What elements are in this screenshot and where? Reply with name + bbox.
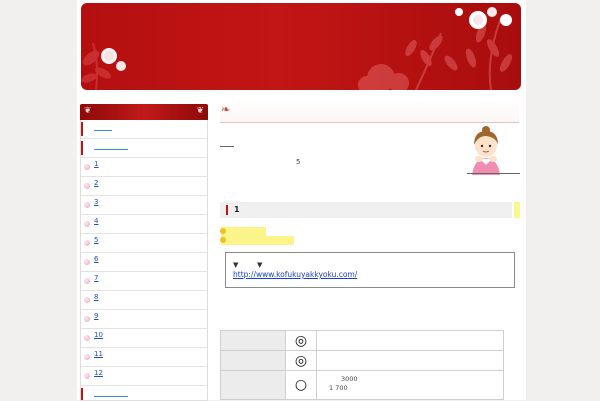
pink-bullet-icon (84, 183, 90, 189)
sidebar-item[interactable]: 11 (81, 348, 207, 367)
table-row: ○ 3000 1 700 (220, 370, 504, 400)
intro-number: 5 (296, 158, 301, 166)
rating-mark: ○ (285, 370, 317, 400)
flourish-right-icon: ❦ (196, 106, 204, 116)
link-box: ▼ ▼ http://www.kofukuyakkyoku.com/ (225, 252, 515, 288)
section-heading: 1 (220, 202, 512, 218)
sidebar-item[interactable] (81, 120, 207, 139)
illustration-underline (467, 173, 520, 174)
pink-bullet-icon (84, 335, 90, 341)
sidebar-item[interactable]: 3 (81, 196, 207, 215)
sidebar-link[interactable]: 7 (94, 274, 114, 282)
row-value (316, 330, 504, 351)
header-banner (81, 3, 521, 90)
woman-illustration-icon (472, 126, 500, 175)
row-value (316, 350, 504, 371)
leaf-ornament-icon: ❧ (221, 103, 231, 116)
sidebar-item[interactable]: 5 (81, 234, 207, 253)
pink-bullet-icon (84, 202, 90, 208)
rating-mark: ◎ (285, 350, 317, 371)
arrow-down-icon: ▼ (257, 261, 263, 269)
pink-bullet-icon (84, 278, 90, 284)
accent-bar (81, 141, 83, 155)
sidebar-item[interactable]: 6 (81, 253, 207, 272)
sidebar-link[interactable]: 5 (94, 236, 112, 244)
highlighted-text (220, 227, 266, 236)
sidebar-item[interactable]: 7 (81, 272, 207, 291)
price-text: 1 700 (329, 384, 348, 392)
sidebar-link[interactable]: 3 (94, 198, 112, 206)
sidebar-menu: 1 2 3 4 5 6 7 8 9 10 11 12 (80, 120, 208, 401)
sidebar-link[interactable] (94, 141, 128, 150)
table-row: ◎ (220, 350, 504, 371)
sidebar-link[interactable]: 6 (94, 255, 116, 263)
pink-bullet-icon (84, 297, 90, 303)
sidebar-item[interactable] (81, 386, 207, 400)
sidebar-link[interactable]: 1 (94, 160, 120, 168)
arrow-down-icon: ▼ (233, 261, 239, 269)
sidebar-item[interactable]: 9 (81, 310, 207, 329)
floral-decoration (81, 7, 513, 90)
sidebar-item[interactable]: 10 (81, 329, 207, 348)
row-label (220, 330, 286, 351)
sidebar-link[interactable]: 2 (94, 179, 114, 187)
yellow-bullet-icon (220, 237, 226, 243)
highlight-tip (514, 202, 520, 218)
accent-bar (226, 205, 228, 215)
website-link[interactable]: http://www.kofukuyakkyoku.com/ (233, 270, 357, 279)
title-underline (220, 146, 234, 147)
pink-bullet-icon (84, 221, 90, 227)
accent-bar (81, 388, 83, 400)
sidebar-link[interactable]: 10 (94, 331, 120, 339)
pink-bullet-icon (84, 373, 90, 379)
row-label (220, 350, 286, 371)
section-number: 1 (234, 205, 240, 214)
pink-bullet-icon (84, 259, 90, 265)
row-label (220, 370, 286, 400)
pink-bullet-icon (84, 240, 90, 246)
sidebar-link[interactable]: 12 (94, 369, 130, 377)
table-row: ◎ (220, 330, 504, 351)
pink-bullet-icon (84, 354, 90, 360)
sidebar-item[interactable]: 1 (81, 158, 207, 177)
sidebar-item[interactable]: 2 (81, 177, 207, 196)
sidebar-header: ❦ ❦ (80, 104, 208, 120)
price-text: 3000 (341, 375, 358, 383)
yellow-bullet-icon (220, 228, 226, 234)
sidebar-item[interactable]: 8 (81, 291, 207, 310)
flourish-left-icon: ❦ (84, 106, 92, 116)
sidebar-item[interactable] (81, 139, 207, 158)
rating-mark: ◎ (285, 330, 317, 351)
sidebar-item[interactable]: 4 (81, 215, 207, 234)
sidebar-link[interactable]: 9 (94, 312, 118, 320)
pink-bullet-icon (84, 164, 90, 170)
accent-bar (81, 122, 83, 136)
comparison-table: ◎ ◎ ○ 3000 1 700 (220, 330, 504, 400)
sidebar-link[interactable] (94, 122, 112, 131)
sidebar-link[interactable]: 4 (94, 217, 118, 225)
sidebar-link[interactable] (94, 388, 128, 397)
sidebar-link[interactable]: 8 (94, 293, 112, 301)
row-value: 3000 1 700 (316, 370, 504, 400)
sidebar-item[interactable]: 12 (81, 367, 207, 386)
content-header: ❧ (220, 100, 519, 123)
sidebar-link[interactable]: 11 (94, 350, 120, 358)
pink-bullet-icon (84, 316, 90, 322)
highlighted-text (220, 236, 294, 245)
page-container: ❦ ❦ 1 2 3 4 5 6 7 8 9 10 11 12 ❧ 5 1 ▼ ▼… (77, 0, 526, 401)
